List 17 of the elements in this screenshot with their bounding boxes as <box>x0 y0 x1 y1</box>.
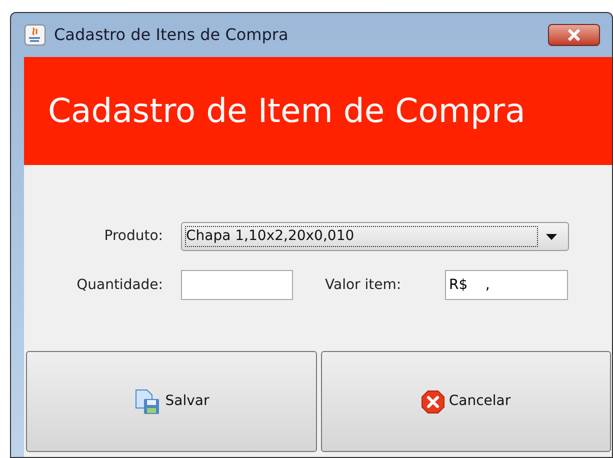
field-label: Quantidade: <box>76 276 163 294</box>
window-title: Cadastro de Itens de Compra <box>54 24 288 46</box>
cancel-button[interactable]: Cancelar <box>320 351 611 452</box>
close-icon <box>567 29 581 41</box>
app-icon <box>24 24 46 46</box>
save-button[interactable]: Salvar <box>26 351 316 452</box>
close-icon <box>420 390 445 414</box>
value-field[interactable]: R$ , <box>445 270 568 300</box>
floppy-disk-icon <box>133 388 162 414</box>
header-title: Cadastro de Item de Compra <box>48 90 526 132</box>
caret-icon <box>546 234 557 240</box>
field-label: Produto: <box>103 227 163 246</box>
dropdown-value: Chapa 1,10x2,20x0,010 <box>185 226 538 247</box>
close-button[interactable] <box>548 24 600 46</box>
quantity-field[interactable] <box>181 270 293 300</box>
field-label: Valor item: <box>325 276 402 294</box>
product-dropdown[interactable]: Chapa 1,10x2,20x0,010 <box>181 222 569 251</box>
